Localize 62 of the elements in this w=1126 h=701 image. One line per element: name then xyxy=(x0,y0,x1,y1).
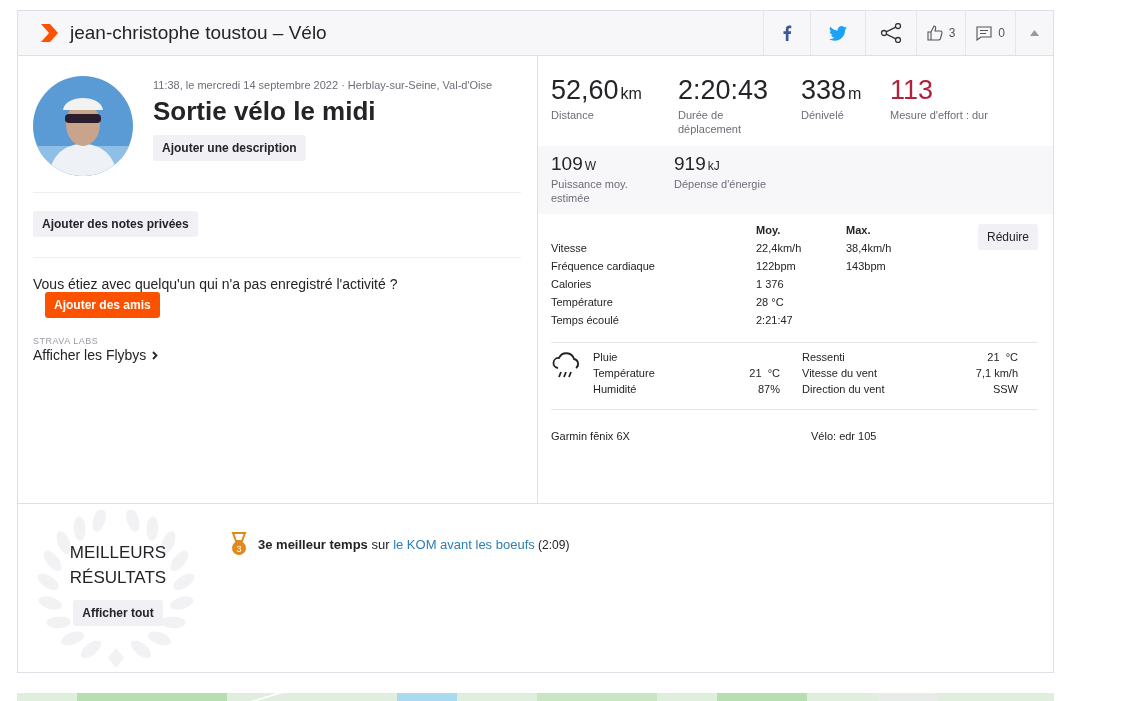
row-label: Fréquence cardiaque xyxy=(551,259,656,272)
weather-value: SSW xyxy=(991,382,1018,395)
activity-title: Sortie vélo le midi xyxy=(153,96,377,127)
thumbs-up-icon xyxy=(926,25,943,41)
stat-label: Mesure d'effort : dur xyxy=(890,107,989,122)
weather-label: Humidité xyxy=(593,382,638,395)
stat-value: 52,60km xyxy=(551,76,643,106)
weather-value: 7,1 km/h xyxy=(975,366,1018,379)
row-label: Temps écoulé xyxy=(551,313,620,326)
flybys-link[interactable]: Afficher les Flybys xyxy=(33,347,159,363)
add-description-button[interactable]: Ajouter une description xyxy=(153,135,306,161)
stat-value: 113 xyxy=(890,76,935,106)
stat-label: Durée de déplacement xyxy=(678,107,742,136)
column-header: Moy. xyxy=(756,223,782,236)
section-title: MEILLEURS xyxy=(69,542,167,564)
show-all-button[interactable]: Afficher tout xyxy=(73,600,163,626)
stat-value: 919 kJ xyxy=(674,153,721,175)
row-label: Vitesse xyxy=(551,241,588,254)
weather-label: Température xyxy=(593,366,656,379)
labs-caption: STRAVA LABS xyxy=(33,336,100,346)
device-name: Garmin fēnix 6X xyxy=(551,429,631,442)
table-cell-text: 38,4km/h xyxy=(846,241,893,254)
friends-question: Vous étiez avec quelqu'un qui n'a pas enregistré l'activité ? xyxy=(33,276,399,292)
row-label: Calories xyxy=(551,277,593,290)
window-title: jean-christophe toustou – Vélo xyxy=(70,22,328,44)
comments-button[interactable]: 0 xyxy=(965,11,1015,55)
share-icon xyxy=(879,23,902,43)
table-cell-text: 122bpm xyxy=(756,259,797,272)
stat-label: Distance xyxy=(551,107,595,122)
stat-value: 2:20:43 xyxy=(678,76,770,106)
collapse-button[interactable]: Réduire xyxy=(977,223,1038,250)
table-cell-text: 22,4km/h xyxy=(756,241,803,254)
weather-value: 21 °C xyxy=(986,350,1018,363)
weather-label: Direction du vent xyxy=(802,382,886,395)
caret-up-icon xyxy=(1030,30,1039,36)
table-cell-text: 143bpm xyxy=(846,259,887,272)
stat-label: Puissance moy. estimée xyxy=(551,176,629,205)
chevron-right-icon xyxy=(152,350,159,360)
kudos-button[interactable]: 3 xyxy=(915,11,966,55)
table-cell-text: 28 °C xyxy=(756,295,785,308)
table-cell-text: 2:21:47 xyxy=(756,313,794,326)
column-header: Max. xyxy=(846,223,872,236)
comment-icon xyxy=(976,25,993,41)
weather-label: Ressenti xyxy=(802,350,846,363)
stat-label: Dépense d'énergie xyxy=(674,176,767,191)
row-label: Température xyxy=(551,295,614,308)
stat-value: 338 m xyxy=(801,76,863,106)
bird-icon xyxy=(828,25,847,41)
achievement-text: 3e meilleur temps sur le KOM avant les boeufs (2:09) xyxy=(258,536,570,552)
activity-meta: 11:38, le mercredi 14 septembre 2022 · Herblay-sur-Seine, Val-d'Oise xyxy=(153,78,493,93)
weather-label: Vitesse du vent xyxy=(802,366,878,379)
stat-value: 109 W xyxy=(551,153,598,175)
weather-value: 21 °C xyxy=(749,366,780,379)
section-title: RÉSULTATS xyxy=(69,567,167,589)
private-notes-button[interactable]: Ajouter des notes privées xyxy=(33,211,198,237)
facebook-icon xyxy=(781,25,792,41)
chevron-logo-icon xyxy=(40,23,60,43)
bike-name: Vélo: edr 105 xyxy=(811,429,877,442)
weather-value: 87% xyxy=(756,382,780,395)
segment-link[interactable]: le KOM avant les boeufs xyxy=(393,536,535,552)
weather-condition: Pluie xyxy=(593,350,619,363)
table-cell-text: 1 376 xyxy=(756,277,785,290)
